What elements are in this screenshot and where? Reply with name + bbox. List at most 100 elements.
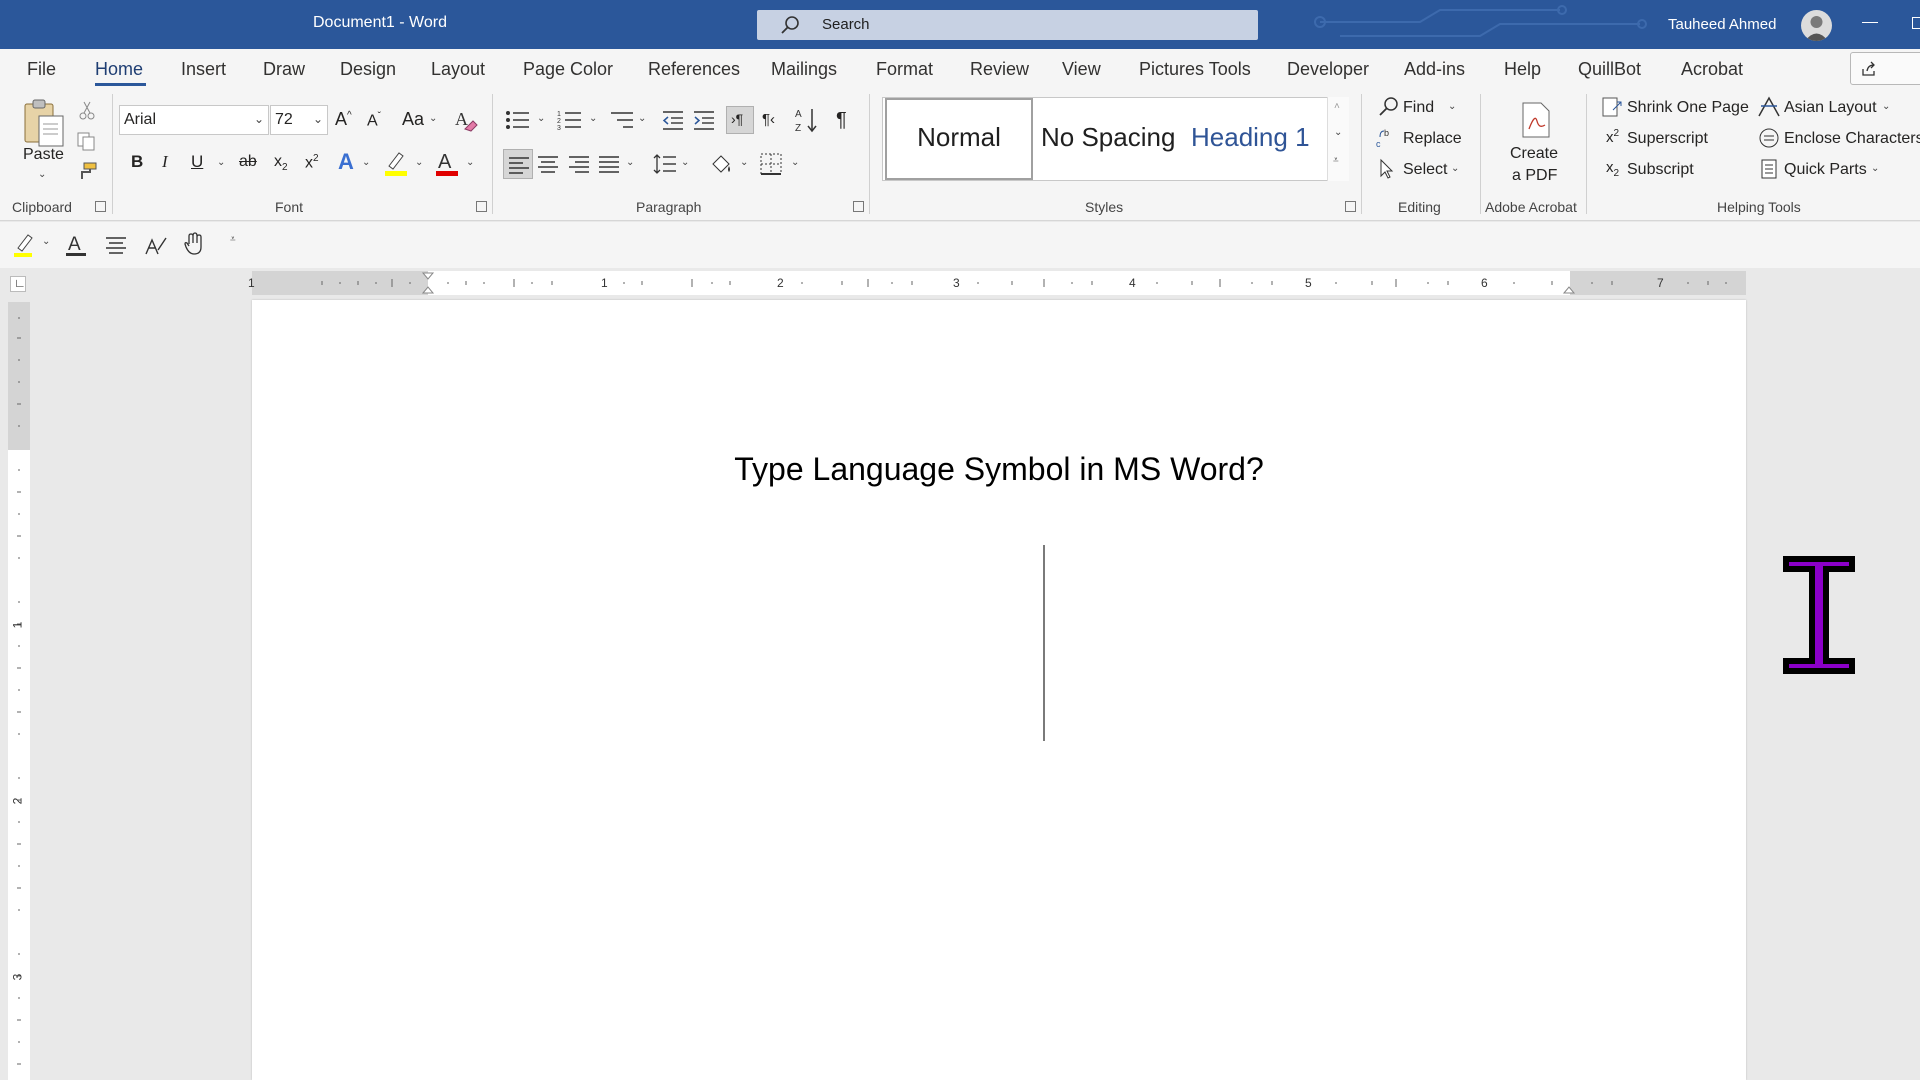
customize-qat-icon[interactable]: ⩡ — [230, 234, 236, 245]
replace-icon[interactable]: bc — [1376, 127, 1398, 149]
enclose-characters-icon[interactable] — [1758, 127, 1780, 149]
tab-add-ins[interactable]: Add-ins — [1404, 59, 1465, 80]
chevron-down-icon[interactable]: ⌄ — [415, 157, 423, 168]
quick-parts-icon[interactable] — [1760, 158, 1778, 180]
clipboard-dialog-launcher[interactable] — [95, 201, 106, 212]
font-color-icon[interactable]: A — [434, 149, 460, 177]
shrink-font-button[interactable]: Aˇ — [367, 111, 381, 130]
style-no-spacing[interactable]: No Spacing — [1035, 98, 1177, 180]
align-right-icon[interactable] — [569, 155, 589, 173]
font-size-box[interactable]: 72 ⌄ — [270, 105, 328, 135]
superscript-tool-label[interactable]: Superscript — [1627, 130, 1708, 148]
chevron-down-icon[interactable]: ⌄ — [362, 157, 370, 168]
search-box[interactable]: Search — [757, 10, 1258, 40]
chevron-down-icon[interactable]: ⌄ — [537, 113, 545, 124]
tab-references[interactable]: References — [648, 59, 740, 80]
right-to-left-button[interactable]: ¶‹ — [762, 111, 775, 128]
tab-pictures-tools[interactable]: Pictures Tools — [1139, 59, 1251, 80]
horizontal-ruler[interactable]: 1 1 2 3 4 5 6 7 — [248, 271, 1746, 295]
chevron-down-icon[interactable]: ⌄ — [1334, 127, 1342, 138]
clear-formatting-icon[interactable]: A — [453, 107, 479, 133]
quick-parts-label[interactable]: Quick Parts — [1784, 161, 1867, 179]
bold-button[interactable]: B — [131, 152, 143, 172]
document-page[interactable]: Type Language Symbol in MS Word? — [252, 300, 1746, 1080]
chevron-down-icon[interactable]: ⌄ — [313, 112, 323, 126]
chevron-down-icon[interactable]: ⌄ — [1871, 163, 1879, 174]
chevron-down-icon[interactable]: ⌄ — [466, 157, 474, 168]
styles-dialog-launcher[interactable] — [1345, 201, 1356, 212]
highlight-icon[interactable] — [383, 150, 409, 176]
tab-draw[interactable]: Draw — [263, 59, 305, 80]
shrink-one-page-icon[interactable] — [1601, 96, 1623, 118]
copy-icon[interactable] — [76, 131, 96, 151]
change-case-button[interactable]: Aa — [402, 109, 424, 130]
justify-icon[interactable] — [599, 155, 619, 173]
enclose-characters-label[interactable]: Enclose Characters — [1784, 130, 1920, 148]
shrink-one-page-label[interactable]: Shrink One Page — [1627, 99, 1749, 117]
tab-view[interactable]: View — [1062, 59, 1101, 80]
tab-developer[interactable]: Developer — [1287, 59, 1369, 80]
bullets-icon[interactable] — [505, 109, 531, 131]
highlighter-icon[interactable] — [12, 232, 36, 258]
find-label[interactable]: Find — [1403, 99, 1434, 117]
tab-design[interactable]: Design — [340, 59, 396, 80]
chevron-down-icon[interactable]: ⌄ — [681, 157, 689, 168]
decrease-indent-icon[interactable] — [661, 109, 685, 131]
tab-mailings[interactable]: Mailings — [771, 59, 837, 80]
text-effects-button[interactable]: A — [338, 149, 354, 175]
paste-icon[interactable] — [22, 98, 66, 148]
tab-review[interactable]: Review — [970, 59, 1029, 80]
chevron-down-icon[interactable]: ⌄ — [1448, 101, 1456, 112]
chevron-down-icon[interactable]: ⌄ — [1451, 163, 1459, 174]
tab-format[interactable]: Format — [876, 59, 933, 80]
create-pdf-label-1[interactable]: Create — [1510, 145, 1558, 163]
hand-icon[interactable] — [183, 232, 205, 256]
asian-layout-label[interactable]: Asian Layout — [1784, 99, 1877, 117]
superscript-button[interactable]: x2 — [305, 153, 319, 172]
chevron-down-icon[interactable]: ⌄ — [42, 236, 50, 247]
chevron-up-icon[interactable]: ˄ — [1334, 101, 1340, 112]
numbering-icon[interactable]: 123 — [557, 109, 583, 131]
show-hide-marks-button[interactable]: ¶ — [836, 109, 847, 132]
chevron-down-icon[interactable]: ⌄ — [791, 157, 799, 168]
shading-icon[interactable] — [709, 152, 733, 176]
tab-layout[interactable]: Layout — [431, 59, 485, 80]
select-icon[interactable] — [1378, 158, 1396, 180]
style-heading-1[interactable]: Heading 1 — [1183, 98, 1323, 180]
align-center-qat-icon[interactable] — [106, 236, 126, 254]
chevron-down-icon[interactable]: ⌄ — [254, 112, 264, 126]
asian-layout-icon[interactable] — [1757, 96, 1781, 118]
style-pen-icon[interactable] — [144, 234, 168, 256]
replace-label[interactable]: Replace — [1403, 130, 1462, 148]
font-name-box[interactable]: Arial ⌄ — [119, 105, 269, 135]
subscript-tool-label[interactable]: Subscript — [1627, 161, 1694, 179]
align-left-button[interactable] — [503, 149, 533, 179]
sort-icon[interactable]: AZ — [795, 106, 819, 134]
document-heading[interactable]: Type Language Symbol in MS Word? — [252, 451, 1746, 488]
tab-page-color[interactable]: Page Color — [523, 59, 613, 80]
format-painter-icon[interactable] — [76, 161, 98, 181]
font-color-qat-icon[interactable]: A — [64, 232, 88, 258]
chevron-down-icon[interactable]: ⌄ — [217, 157, 225, 168]
tab-quillbot[interactable]: QuillBot — [1578, 59, 1641, 80]
superscript-tool-icon[interactable]: x2 — [1606, 128, 1619, 146]
left-to-right-button[interactable]: ›¶ — [726, 106, 754, 134]
italic-button[interactable]: I — [162, 152, 168, 172]
increase-indent-icon[interactable] — [692, 109, 716, 131]
minimize-button[interactable] — [1862, 22, 1878, 23]
tab-selector[interactable]: ∟ — [10, 276, 26, 292]
tab-home[interactable]: Home — [95, 59, 143, 80]
center-align-icon[interactable] — [538, 155, 558, 173]
share-button[interactable] — [1850, 52, 1920, 85]
strikethrough-button[interactable]: ab — [239, 153, 257, 171]
subscript-button[interactable]: x2 — [274, 153, 288, 173]
chevron-down-icon[interactable]: ⌄ — [740, 157, 748, 168]
create-pdf-label-2[interactable]: a PDF — [1512, 167, 1557, 185]
chevron-down-icon[interactable]: ⌄ — [638, 113, 646, 124]
avatar[interactable] — [1801, 10, 1832, 41]
underline-button[interactable]: U — [191, 152, 203, 172]
style-normal[interactable]: Normal — [885, 98, 1033, 180]
multilevel-list-icon[interactable] — [609, 109, 635, 131]
tab-acrobat[interactable]: Acrobat — [1681, 59, 1743, 80]
tab-file[interactable]: File — [27, 59, 56, 80]
